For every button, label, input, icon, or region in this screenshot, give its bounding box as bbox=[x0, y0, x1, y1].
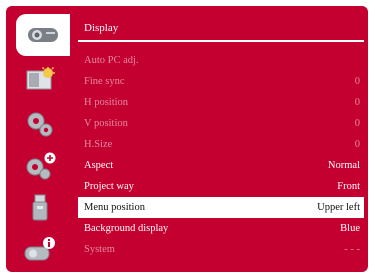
menu-item-label: System bbox=[84, 244, 115, 255]
menu-item-h-size[interactable]: H.Size 0 bbox=[78, 134, 364, 155]
menu-item-label: H position bbox=[84, 97, 129, 108]
menu-item-label: Menu position bbox=[84, 202, 145, 213]
menu-item-aspect[interactable]: Aspect Normal bbox=[78, 155, 364, 176]
menu-item-value: - - - bbox=[344, 244, 360, 255]
image-icon bbox=[26, 67, 55, 90]
menu-item-value: 0 bbox=[354, 118, 360, 129]
projector-icon bbox=[28, 28, 58, 42]
title-divider bbox=[78, 40, 364, 42]
sidebar-item-expanded[interactable] bbox=[15, 146, 65, 186]
menu-item-project-way[interactable]: Project way Front bbox=[78, 176, 364, 197]
menu-item-value: 0 bbox=[354, 97, 360, 108]
menu-item-menu-position[interactable]: Menu position Upper left bbox=[78, 197, 364, 218]
menu-item-label: Aspect bbox=[84, 160, 114, 171]
sidebar-item-display[interactable] bbox=[16, 14, 70, 56]
menu-sidebar bbox=[6, 6, 70, 272]
projector-info-icon bbox=[24, 237, 55, 261]
sidebar-item-setting[interactable] bbox=[15, 104, 65, 144]
menu-item-value: 0 bbox=[354, 76, 360, 87]
menu-item-background-display[interactable]: Background display Blue bbox=[78, 218, 364, 239]
sidebar-item-memory-viewer[interactable] bbox=[15, 188, 65, 228]
menu-item-label: Auto PC adj. bbox=[84, 55, 139, 66]
menu-item-label: Fine sync bbox=[84, 76, 125, 87]
sidebar-item-information[interactable] bbox=[15, 230, 65, 270]
usb-drive-icon bbox=[32, 194, 48, 221]
menu-item-label: H.Size bbox=[84, 139, 113, 150]
menu-item-value: Upper left bbox=[317, 202, 360, 213]
menu-item-value: Normal bbox=[327, 160, 360, 171]
menu-item-fine-sync[interactable]: Fine sync 0 bbox=[78, 71, 364, 92]
menu-title: Display bbox=[84, 22, 119, 34]
menu-item-label: Project way bbox=[84, 181, 134, 192]
sidebar-item-picture[interactable] bbox=[15, 59, 65, 99]
menu-panel: Display Auto PC adj. Fine sync 0 H posit… bbox=[72, 12, 364, 264]
menu-item-label: Background display bbox=[84, 223, 169, 234]
menu-item-value: Blue bbox=[340, 223, 360, 234]
menu-item-label: V position bbox=[84, 118, 128, 129]
menu-item-value: 0 bbox=[354, 139, 360, 150]
menu-item-h-position[interactable]: H position 0 bbox=[78, 92, 364, 113]
menu-item-auto-pc-adj[interactable]: Auto PC adj. bbox=[78, 50, 364, 71]
gear-icon bbox=[27, 112, 53, 137]
menu-item-value: Front bbox=[337, 181, 360, 192]
gear-plus-icon bbox=[26, 152, 56, 180]
menu-item-v-position[interactable]: V position 0 bbox=[78, 113, 364, 134]
menu-item-system[interactable]: System - - - bbox=[78, 239, 364, 260]
